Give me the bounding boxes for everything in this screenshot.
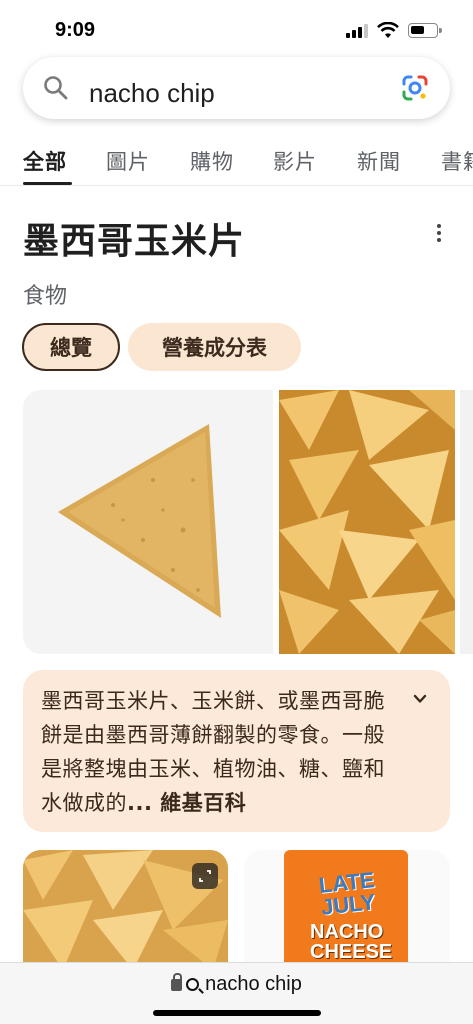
chip-nutrition[interactable]: 營養成分表 — [128, 323, 301, 371]
nacho-chip-picture — [58, 424, 221, 618]
search-tabs: 全部 圖片 購物 影片 新聞 書籍 — [0, 140, 473, 186]
status-bar: 9:09 — [0, 0, 473, 56]
search-icon — [186, 978, 200, 991]
chips-closeup-image[interactable] — [23, 850, 228, 970]
search-bar[interactable]: nacho chip — [23, 57, 450, 119]
address-text[interactable]: nacho chip — [0, 973, 473, 996]
divider — [0, 185, 473, 186]
description-text: 墨西哥玉米片、玉米餅、或墨西哥脆餅是由墨西哥薄餅翻製的零食。一般是將整塊由玉米、… — [41, 684, 401, 820]
battery-icon — [408, 23, 442, 38]
tab-videos[interactable]: 影片 — [273, 146, 317, 176]
search-icon — [44, 76, 68, 100]
entity-subtitle: 食物 — [23, 284, 68, 309]
bag-flavor: NACHO CHEESE — [310, 921, 393, 963]
tab-all[interactable]: 全部 — [23, 146, 67, 176]
source-link[interactable]: ... 維基百科 — [127, 791, 246, 815]
clock: 9:09 — [55, 19, 96, 41]
more-options-icon[interactable] — [434, 224, 444, 246]
tab-news[interactable]: 新聞 — [357, 146, 401, 176]
entity-title: 墨西哥玉米片 — [23, 221, 246, 262]
single-chip-image[interactable] — [23, 390, 273, 654]
expand-icon[interactable] — [192, 863, 218, 889]
lock-icon — [171, 973, 183, 991]
chips-pile-image[interactable] — [279, 390, 455, 654]
address-query: nacho chip — [205, 973, 302, 995]
bag-brand: LATE JULY — [317, 867, 377, 920]
chip-bag: LATE JULY NACHO CHEESE — [284, 850, 408, 970]
google-lens-icon[interactable] — [401, 74, 429, 102]
search-query[interactable]: nacho chip — [89, 77, 215, 107]
chevron-down-icon[interactable] — [413, 692, 427, 706]
tab-books[interactable]: 書籍 — [441, 146, 473, 176]
chips-pile-picture — [279, 390, 455, 654]
home-indicator[interactable] — [153, 1010, 321, 1016]
wifi-icon — [377, 22, 399, 38]
tab-images[interactable]: 圖片 — [106, 146, 150, 176]
product-bag-image[interactable]: LATE JULY NACHO CHEESE — [244, 850, 450, 970]
chip-overview[interactable]: 總覽 — [22, 323, 120, 371]
description-card[interactable]: 墨西哥玉米片、玉米餅、或墨西哥脆餅是由墨西哥薄餅翻製的零食。一般是將整塊由玉米、… — [23, 670, 450, 832]
next-image-peek[interactable] — [460, 390, 473, 654]
tab-shopping[interactable]: 購物 — [190, 146, 234, 176]
cellular-signal-icon — [346, 24, 368, 38]
